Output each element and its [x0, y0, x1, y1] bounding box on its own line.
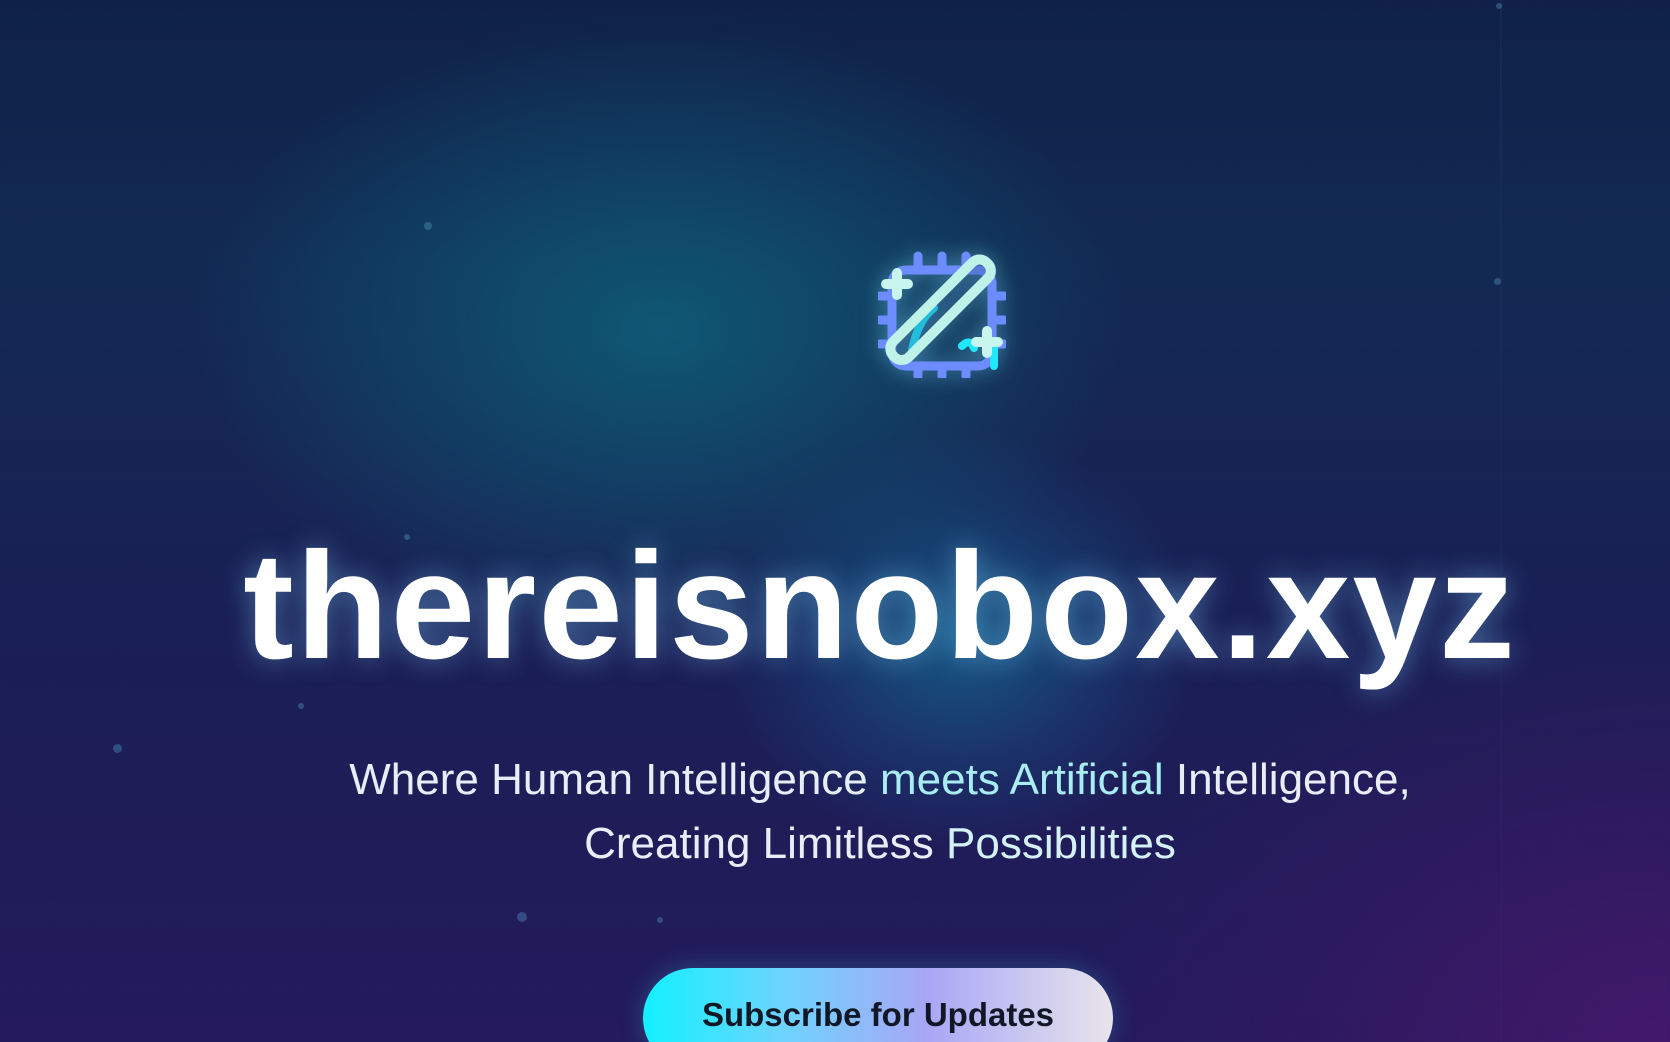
subscribe-button-label: Subscribe for Updates — [701, 996, 1055, 1033]
hero-section: thereisnobox.xyz Where Human Intelligenc… — [0, 0, 1670, 1042]
subscribe-button[interactable]: Subscribe for Updates — [643, 968, 1113, 1042]
site-title: thereisnobox.xyz — [243, 521, 1517, 691]
tagline: Where Human Intelligence meets Artificia… — [0, 748, 1670, 876]
tagline-text: Intelligence, — [1163, 755, 1411, 804]
tagline-highlight: Possibilities — [946, 819, 1176, 868]
tagline-text: Creating Limitless — [584, 819, 947, 868]
ai-magic-wand-icon — [878, 251, 1006, 378]
tagline-text: Where Human Intelligence — [349, 755, 880, 804]
tagline-highlight: meets Artificial — [880, 755, 1164, 804]
